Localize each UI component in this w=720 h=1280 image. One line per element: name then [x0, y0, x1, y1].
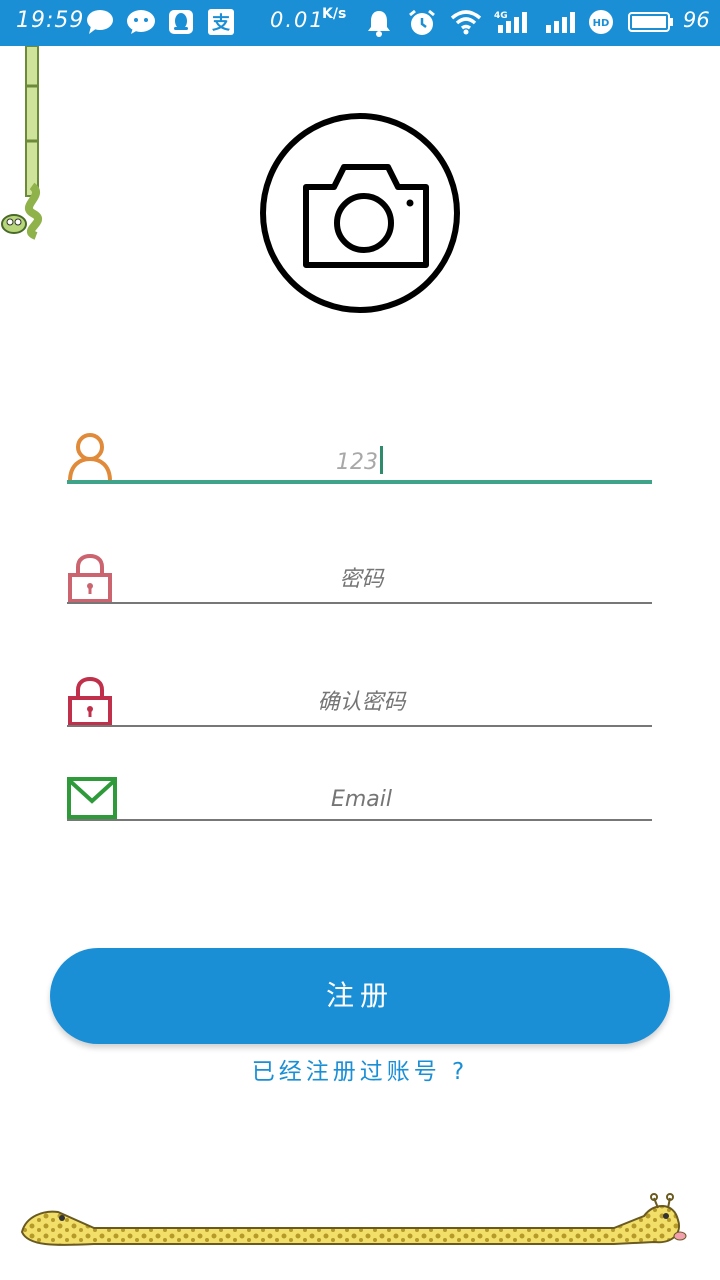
- username-input[interactable]: 123: [67, 446, 652, 475]
- battery-icon: [628, 9, 674, 39]
- password-underline: [67, 602, 652, 604]
- email-input[interactable]: [67, 775, 656, 823]
- password-field[interactable]: [67, 553, 656, 607]
- qq-icon: [168, 9, 194, 39]
- signal-4g-icon: 4G: [494, 9, 530, 39]
- status-time: 19:59: [16, 8, 85, 33]
- register-button[interactable]: 注册: [50, 948, 670, 1044]
- bamboo-snake-decoration: [0, 45, 60, 250]
- net-speed-unit: K/s: [322, 6, 347, 22]
- confirm-password-field[interactable]: [67, 676, 656, 730]
- avatar-picker[interactable]: [260, 113, 460, 313]
- wechat-icon: [126, 9, 156, 39]
- bell-icon: [366, 9, 392, 41]
- svg-text:4G: 4G: [494, 11, 508, 21]
- status-bar: 19:59 支 0.01 K/s 4G HD 96: [0, 0, 720, 46]
- svg-text:HD: HD: [593, 18, 610, 29]
- confirm-password-input[interactable]: [67, 676, 656, 728]
- wifi-icon: [450, 9, 482, 39]
- email-field[interactable]: [67, 775, 656, 825]
- hd-icon: HD: [588, 9, 614, 39]
- confirm-password-underline: [67, 725, 652, 727]
- password-input[interactable]: [67, 553, 656, 605]
- username-field[interactable]: 123: [67, 430, 652, 486]
- signal-icon: [544, 9, 578, 39]
- battery-level: 96: [683, 8, 710, 32]
- camera-icon: [303, 164, 429, 268]
- giraffe-decoration: [14, 1192, 694, 1260]
- chat-bubble-icon: [86, 9, 114, 39]
- alarm-icon: [408, 9, 436, 41]
- username-underline: [67, 480, 652, 484]
- login-link[interactable]: 已经注册过账号 ?: [0, 1052, 720, 1086]
- svg-text:支: 支: [211, 12, 231, 34]
- net-speed: 0.01: [270, 8, 325, 32]
- alipay-icon: 支: [208, 9, 234, 39]
- email-underline: [67, 819, 652, 821]
